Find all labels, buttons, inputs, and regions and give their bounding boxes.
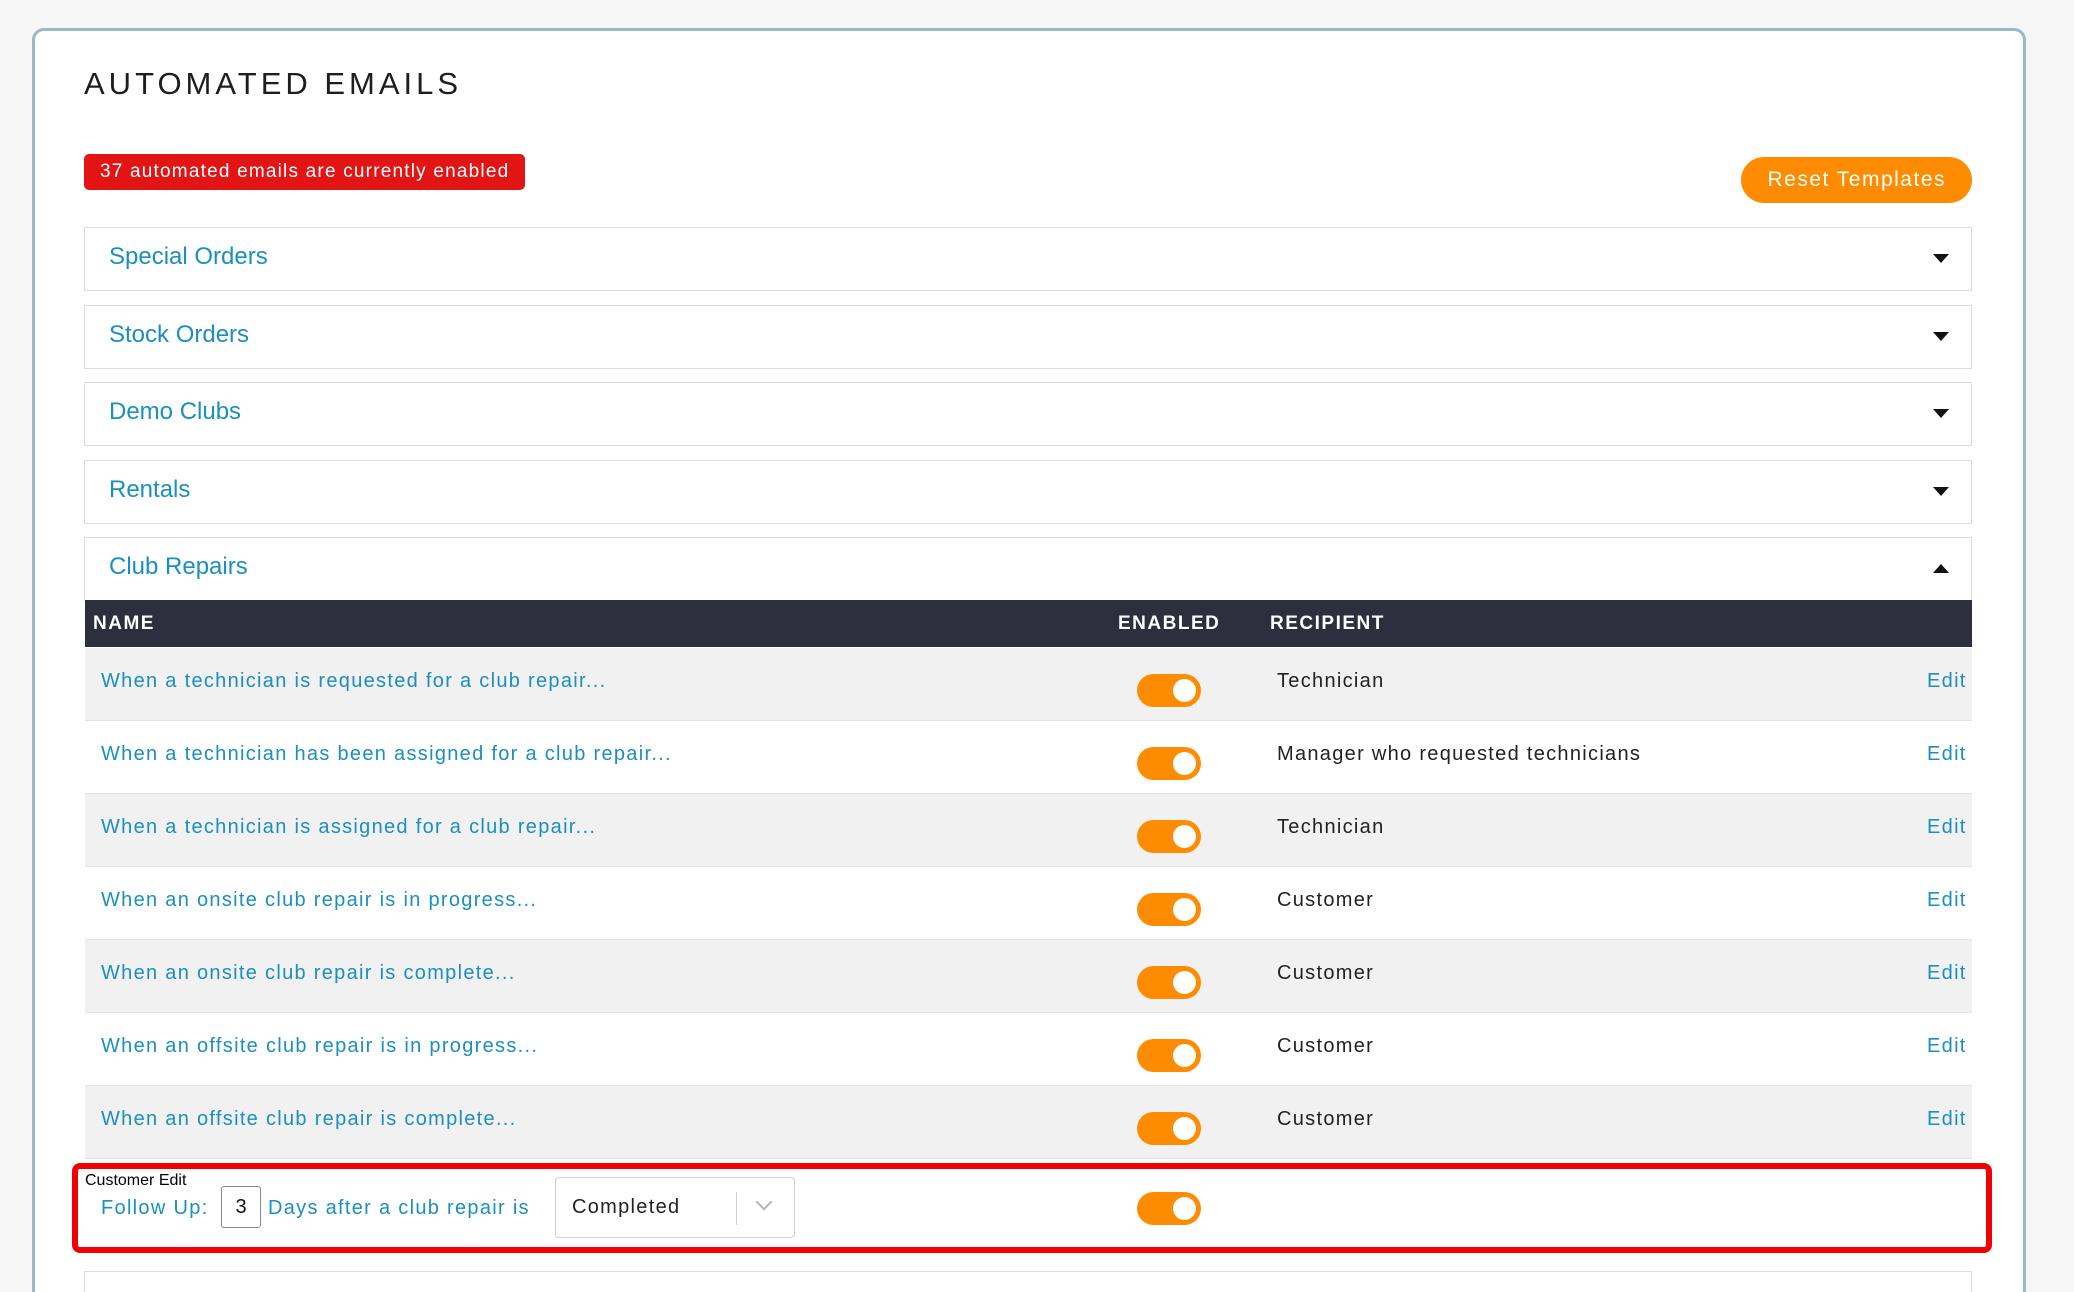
recipient-text: Technician xyxy=(1277,816,1385,838)
recipient-text: Customer xyxy=(1277,1108,1375,1130)
edit-link[interactable]: Edit xyxy=(1927,889,1967,912)
section-label: Rentals xyxy=(109,476,191,503)
caret-up-icon xyxy=(1933,564,1949,573)
followup-label: Follow Up: xyxy=(101,1197,209,1219)
chevron-down-icon xyxy=(755,1193,773,1211)
column-header-enabled: ENABLED xyxy=(1118,613,1221,634)
email-name-link[interactable]: When a technician is assigned for a club… xyxy=(101,816,596,839)
enabled-count-badge: 37 automated emails are currently enable… xyxy=(84,154,526,190)
recipient-text: Customer xyxy=(1277,1035,1375,1057)
caret-down-icon xyxy=(1933,332,1949,341)
table-row: When an onsite club repair is in progres… xyxy=(85,867,1972,940)
email-name-link[interactable]: When an offsite club repair is complete.… xyxy=(101,1108,517,1131)
enabled-toggle[interactable] xyxy=(1137,674,1201,707)
section-special-orders[interactable]: Special Orders xyxy=(84,227,1972,291)
recipient-text: Manager who requested technicians xyxy=(1277,743,1642,765)
table-row: When an offsite club repair is complete.… xyxy=(85,1086,1972,1159)
table-row: When a technician is requested for a clu… xyxy=(85,648,1972,721)
enabled-toggle[interactable] xyxy=(1137,820,1201,853)
enabled-toggle[interactable] xyxy=(1137,1112,1201,1145)
toggle-knob xyxy=(1173,752,1196,775)
column-header-recipient: RECIPIENT xyxy=(1270,613,1385,634)
enabled-toggle[interactable] xyxy=(1137,893,1201,926)
section-label: Demo Clubs xyxy=(109,398,242,425)
enabled-toggle[interactable] xyxy=(1137,747,1201,780)
caret-down-icon xyxy=(1933,487,1949,496)
section-label: Stock Orders xyxy=(109,321,250,348)
email-name-link[interactable]: When a technician is requested for a clu… xyxy=(101,670,606,693)
email-name-link[interactable]: When an onsite club repair is in progres… xyxy=(101,889,537,912)
email-name-link[interactable]: When an offsite club repair is in progre… xyxy=(101,1035,538,1058)
recipient-text: Customer xyxy=(1277,889,1375,911)
edit-link[interactable]: Edit xyxy=(1927,1108,1967,1131)
recipient-text: Customer xyxy=(85,1172,155,1189)
section-label: Club Repairs xyxy=(109,553,248,580)
email-name-link[interactable]: When an onsite club repair is complete..… xyxy=(101,962,516,985)
followup-days-input[interactable] xyxy=(221,1186,261,1228)
recipient-text: Technician xyxy=(1277,670,1385,692)
toggle-knob xyxy=(1173,825,1196,848)
toggle-knob xyxy=(1173,1197,1196,1220)
toggle-knob xyxy=(1173,971,1196,994)
enabled-toggle[interactable] xyxy=(1137,966,1201,999)
followup-after-text: Days after a club repair is xyxy=(268,1197,530,1219)
toggle-knob xyxy=(1173,1117,1196,1140)
email-name-link[interactable]: When a technician has been assigned for … xyxy=(101,743,672,766)
followup-row: Follow Up: Days after a club repair is C… xyxy=(85,1172,1972,1245)
table-row: When a technician has been assigned for … xyxy=(85,721,1972,794)
repair-status-select[interactable]: Completed xyxy=(555,1177,795,1238)
section-demo-clubs[interactable]: Demo Clubs xyxy=(84,382,1972,446)
table-header: NAME ENABLED RECIPIENT xyxy=(85,600,1972,647)
edit-link[interactable]: Edit xyxy=(1927,670,1967,693)
toggle-knob xyxy=(1173,898,1196,921)
enabled-toggle[interactable] xyxy=(1137,1192,1201,1225)
recipient-text: Customer xyxy=(1277,962,1375,984)
edit-link[interactable]: Edit xyxy=(159,1172,187,1189)
select-separator xyxy=(736,1192,737,1225)
edit-link[interactable]: Edit xyxy=(1927,743,1967,766)
table-row: When a technician is assigned for a club… xyxy=(85,794,1972,867)
section-stock-orders[interactable]: Stock Orders xyxy=(84,305,1972,369)
column-header-name: NAME xyxy=(93,613,155,634)
enabled-toggle[interactable] xyxy=(1137,1039,1201,1072)
section-next-collapsed[interactable] xyxy=(84,1271,1972,1292)
toggle-knob xyxy=(1173,1044,1196,1067)
section-rentals[interactable]: Rentals xyxy=(84,460,1972,524)
section-club-repairs[interactable]: Club Repairs xyxy=(84,537,1972,601)
caret-down-icon xyxy=(1933,254,1949,263)
toggle-knob xyxy=(1173,679,1196,702)
page-title: AUTOMATED EMAILS xyxy=(84,66,463,101)
edit-link[interactable]: Edit xyxy=(1927,962,1967,985)
status-select-value: Completed xyxy=(572,1196,681,1218)
section-label: Special Orders xyxy=(109,243,268,270)
table-row: When an offsite club repair is in progre… xyxy=(85,1013,1972,1086)
edit-link[interactable]: Edit xyxy=(1927,1035,1967,1058)
caret-down-icon xyxy=(1933,409,1949,418)
table-row: When an onsite club repair is complete..… xyxy=(85,940,1972,1013)
reset-templates-button[interactable]: Reset Templates xyxy=(1741,157,1972,203)
edit-link[interactable]: Edit xyxy=(1927,816,1967,839)
